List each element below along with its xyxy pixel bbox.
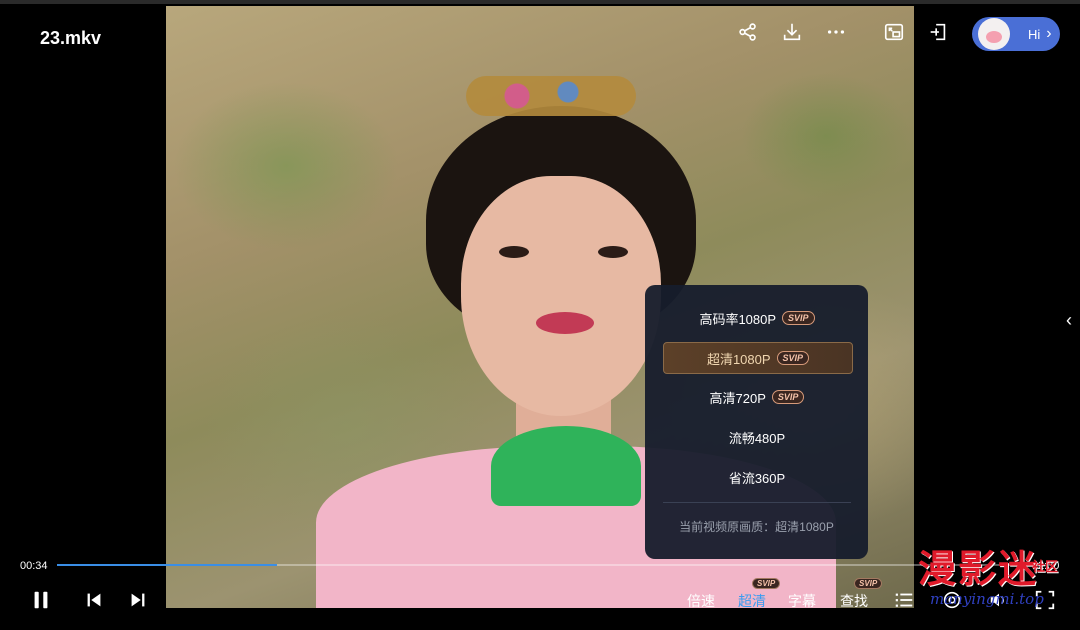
- quality-option-480p[interactable]: 流畅480P: [663, 422, 851, 452]
- site-watermark: 漫影迷 社区 manyingmi.top: [918, 538, 1078, 628]
- hi-label: Hi: [1028, 26, 1041, 42]
- quality-option-label: 高码率1080P: [699, 311, 777, 327]
- svip-badge: SVIP: [752, 578, 781, 589]
- video-subject-headdress: [466, 76, 636, 116]
- video-subject-eye: [499, 246, 529, 258]
- quality-option-label: 高清720P: [709, 390, 766, 406]
- window-top-border: [0, 0, 1080, 4]
- quality-option-360p[interactable]: 省流360P: [663, 462, 851, 492]
- skip-previous-icon: [87, 593, 101, 607]
- svip-badge: SVIP: [776, 351, 810, 365]
- assistant-hi-button[interactable]: Hi ›: [972, 17, 1060, 51]
- share-icon[interactable]: [736, 20, 760, 44]
- quality-option-720p[interactable]: 高清720P SVIP: [663, 382, 851, 412]
- watermark-title: 漫影迷: [918, 547, 1039, 591]
- svip-badge: SVIP: [854, 578, 883, 589]
- video-subject-face: [461, 176, 661, 416]
- picture-in-picture-icon[interactable]: [882, 20, 906, 44]
- current-original-quality: 当前视频原画质：超清1080P: [679, 520, 834, 534]
- progress-fill: [57, 564, 278, 566]
- playlist-button[interactable]: [893, 588, 915, 612]
- side-panel-toggle-icon[interactable]: ‹: [1066, 310, 1072, 331]
- download-icon[interactable]: [780, 20, 804, 44]
- avatar: [978, 18, 1010, 50]
- quality-option-label: 流畅480P: [728, 430, 786, 446]
- subtitle-button[interactable]: 字幕: [788, 591, 816, 611]
- search-button[interactable]: 查找: [840, 591, 868, 611]
- pause-button[interactable]: [28, 588, 54, 612]
- speed-button[interactable]: 倍速: [687, 591, 715, 611]
- watermark-url: manyingmi.top: [930, 590, 1044, 608]
- quality-option-1080p-high-bitrate[interactable]: 高码率1080P SVIP: [663, 303, 851, 333]
- current-time: 00:34: [20, 560, 48, 572]
- video-subject-eye: [598, 246, 628, 258]
- svip-badge: SVIP: [782, 311, 815, 325]
- video-subject-collar: [491, 426, 641, 506]
- divider: [663, 502, 851, 503]
- quality-menu: 高码率1080P SVIP 超清1080P SVIP 高清720P SVIP 流…: [645, 285, 868, 559]
- chevron-right-icon: ›: [1046, 25, 1052, 42]
- skip-next-icon: [131, 593, 145, 607]
- quality-option-1080p[interactable]: 超清1080P SVIP: [663, 342, 853, 374]
- quality-option-label: 超清1080P: [706, 351, 771, 367]
- pause-icon: [34, 591, 48, 609]
- detach-window-icon[interactable]: [926, 20, 950, 44]
- file-title: 23.mkv: [40, 28, 102, 48]
- video-subject-lips: [536, 312, 594, 334]
- svip-badge: SVIP: [771, 390, 805, 404]
- more-icon[interactable]: [824, 20, 848, 44]
- list-icon: [895, 593, 913, 607]
- quality-option-label: 省流360P: [728, 470, 786, 486]
- previous-button[interactable]: [82, 588, 106, 612]
- watermark-subtitle: 社区: [1032, 559, 1059, 574]
- progress-bar[interactable]: [57, 564, 1027, 566]
- quality-button[interactable]: 超清: [738, 591, 766, 611]
- next-button[interactable]: [126, 588, 150, 612]
